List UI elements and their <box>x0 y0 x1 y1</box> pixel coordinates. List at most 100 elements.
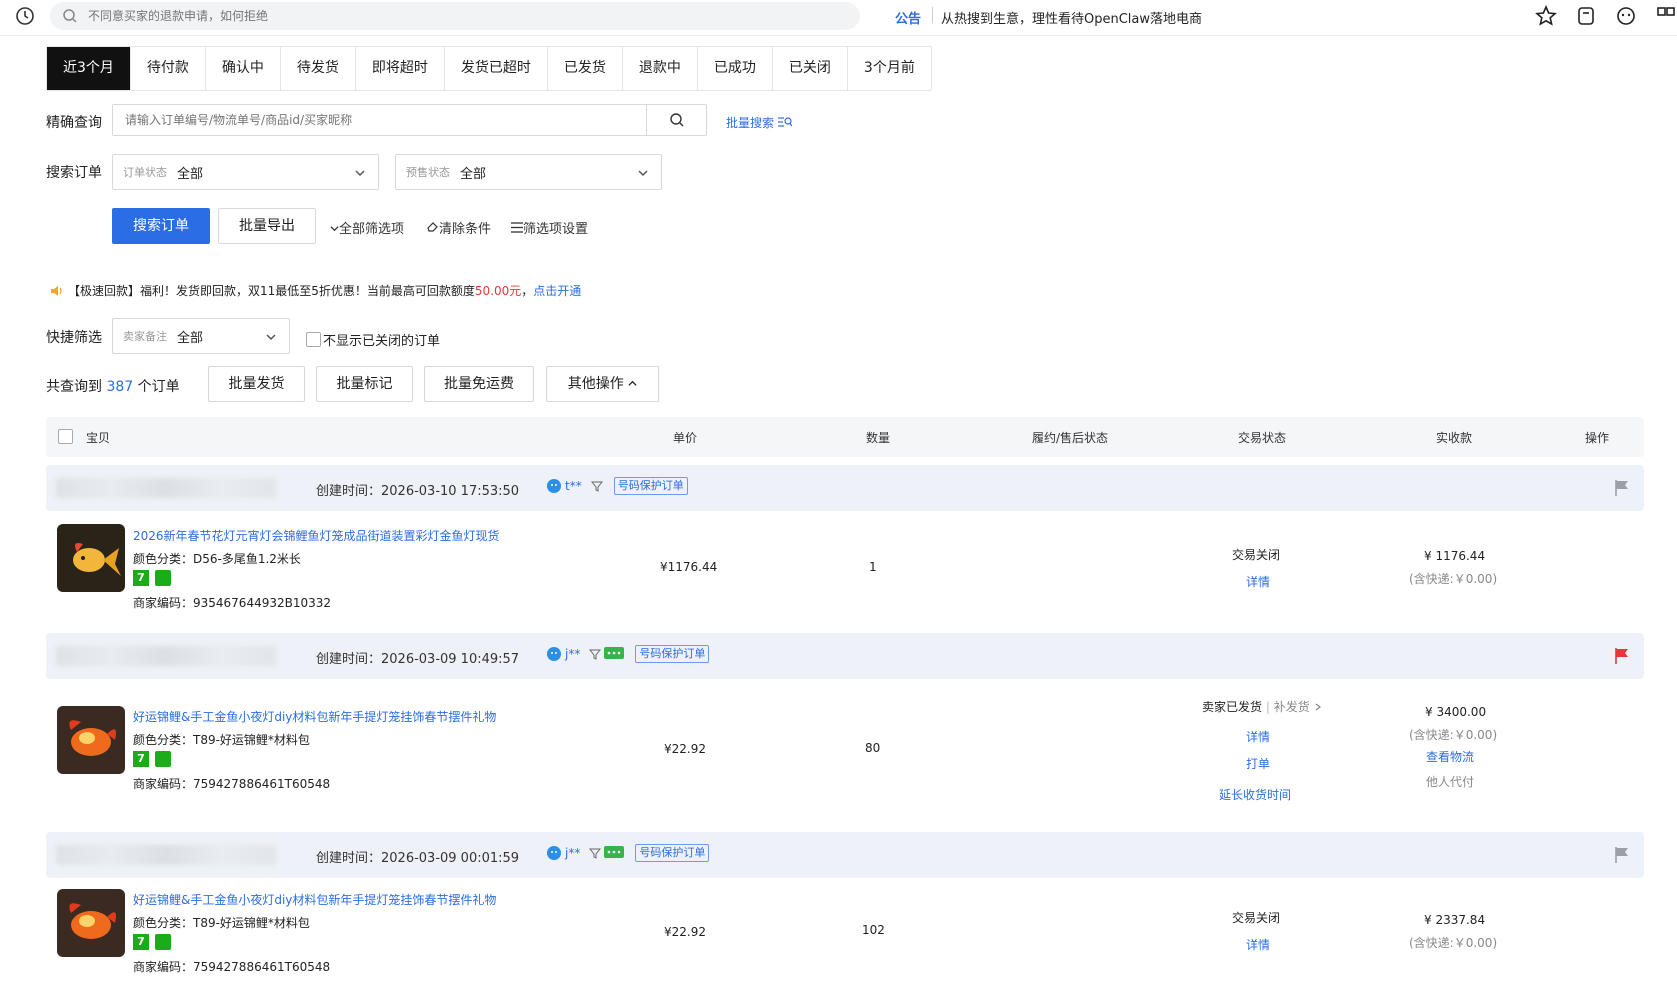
wangwang-chat-icon[interactable] <box>546 478 562 494</box>
precise-query-label: 精确查询 <box>46 115 102 131</box>
tab-pending-payment[interactable]: 待付款 <box>131 47 206 90</box>
filter-icon[interactable] <box>589 648 602 660</box>
tab-closed[interactable]: 已关闭 <box>773 47 848 90</box>
clear-conditions-button[interactable]: 清除条件 <box>426 218 491 237</box>
promo-banner: 【极速回款】福利！发货即回款，双11最低至5折优惠！当前最高可回款额度 50.00… <box>50 282 581 299</box>
quantity: 102 <box>862 923 885 937</box>
result-summary-prefix: 共查询到 <box>46 379 102 395</box>
flag-icon[interactable] <box>1614 647 1630 665</box>
print-order-link[interactable]: 打单 <box>1246 755 1270 772</box>
filter-icon[interactable] <box>590 480 603 492</box>
document-icon[interactable] <box>1575 5 1597 27</box>
product-thumbnail[interactable] <box>57 524 125 592</box>
select-all-checkbox[interactable] <box>58 429 73 444</box>
flag-icon[interactable] <box>1614 846 1630 864</box>
header-unit-price: 单价 <box>673 431 698 445</box>
message-icon[interactable] <box>604 846 625 860</box>
wangwang-chat-icon[interactable] <box>546 646 562 662</box>
top-right-icons <box>1535 5 1677 27</box>
product-sku: 颜色分类：D56-多尾鱼1.2米长 <box>133 552 301 566</box>
flag-icon[interactable] <box>1614 479 1630 497</box>
history-icon[interactable] <box>15 6 35 26</box>
product-thumbnail[interactable] <box>57 889 125 957</box>
batch-search-link[interactable]: 批量搜索 <box>726 114 793 131</box>
search-icon <box>63 9 77 23</box>
order-status-select-value: 全部 <box>177 166 204 182</box>
filter-settings-button[interactable]: 筛选项设置 <box>511 218 588 237</box>
tab-shipped[interactable]: 已发货 <box>548 47 623 90</box>
shield-service-icon <box>155 934 171 950</box>
announcement-label[interactable]: 公告 <box>895 8 921 27</box>
view-logistics-link[interactable]: 查看物流 <box>1426 748 1474 765</box>
header-operations: 操作 <box>1585 431 1610 445</box>
presale-status-select-label: 预售状态 <box>406 166 450 179</box>
order-detail-link[interactable]: 详情 <box>1246 936 1270 953</box>
batch-mark-button[interactable]: 批量标记 <box>316 366 413 402</box>
promo-open-link[interactable]: 点击开通 <box>533 282 581 299</box>
product-title-link[interactable]: 好运锦鲤&手工金鱼小夜灯diy材料包新年手提灯笼挂饰春节摆件礼物 <box>133 708 496 725</box>
presale-status-select[interactable]: 预售状态 全部 <box>395 154 662 190</box>
wangwang-chat-icon[interactable] <box>546 845 562 861</box>
seller-remark-select-label: 卖家备注 <box>123 330 167 343</box>
message-icon[interactable] <box>604 647 625 661</box>
grid-icon[interactable] <box>1655 5 1677 27</box>
order-status-tabs: 近3个月 待付款 确认中 待发货 即将超时 发货已超时 已发货 退款中 已成功 … <box>46 46 932 91</box>
filter-icon[interactable] <box>589 847 602 859</box>
tab-confirming[interactable]: 确认中 <box>206 47 281 90</box>
shipping-fee: (含快递:￥0.00) <box>1409 572 1498 586</box>
header-paid-amount: 实收款 <box>1436 431 1473 445</box>
star-icon[interactable] <box>1535 5 1557 27</box>
precise-query-search-button[interactable] <box>646 105 706 135</box>
tab-about-to-timeout[interactable]: 即将超时 <box>356 47 445 90</box>
hide-closed-checkbox[interactable] <box>306 332 321 347</box>
order-detail-link[interactable]: 详情 <box>1246 728 1270 745</box>
product-title-link[interactable]: 好运锦鲤&手工金鱼小夜灯diy材料包新年手提灯笼挂饰春节摆件礼物 <box>133 891 496 908</box>
seller-remark-select-value: 全部 <box>177 330 204 346</box>
service-badges: 7 <box>133 751 171 767</box>
paid-amount: ¥ 2337.84 <box>1424 913 1486 927</box>
other-operations-button[interactable]: 其他操作 <box>546 366 659 402</box>
buyer-info: t** 号码保护订单 <box>546 477 688 495</box>
buyer-nickname[interactable]: j** <box>565 647 580 661</box>
batch-ship-button[interactable]: 批量发货 <box>208 366 305 402</box>
tab-recent-3-months[interactable]: 近3个月 <box>47 47 131 90</box>
extend-receipt-time-link[interactable]: 延长收货时间 <box>1219 786 1291 803</box>
batch-search-label: 批量搜索 <box>726 116 775 130</box>
shield-service-icon <box>155 751 171 767</box>
top-search-bar[interactable] <box>50 2 860 30</box>
batch-free-shipping-button[interactable]: 批量免运费 <box>424 366 534 402</box>
search-orders-button[interactable]: 搜索订单 <box>112 208 210 244</box>
product-sku: 颜色分类：T89-好运锦鲤*材料包 <box>133 733 310 747</box>
order-header-row: 创建时间：2026-03-10 17:53:50 t** 号码保护订单 <box>46 465 1644 511</box>
product-thumbnail[interactable] <box>57 706 125 774</box>
seller-remark-select[interactable]: 卖家备注 全部 <box>112 318 290 354</box>
promo-comma: ， <box>521 284 534 298</box>
top-search-input[interactable] <box>88 9 788 23</box>
seven-day-return-icon: 7 <box>133 934 149 950</box>
precise-query-input[interactable] <box>113 105 646 135</box>
buyer-nickname[interactable]: j** <box>565 846 580 860</box>
other-operations-label: 其他操作 <box>567 376 624 392</box>
announcement-text[interactable]: 从热搜到生意，理性看待OpenClaw落地电商 <box>941 8 1202 27</box>
product-title-link[interactable]: 2026新年春节花灯元宵灯会锦鲤鱼灯笼成品街道装置彩灯金鱼灯现货 <box>133 527 500 544</box>
tab-pending-shipment[interactable]: 待发货 <box>281 47 356 90</box>
result-summary: 共查询到 387 个订单 <box>46 376 180 396</box>
batch-export-button[interactable]: 批量导出 <box>218 208 316 244</box>
seven-day-return-icon: 7 <box>133 570 149 586</box>
tab-refunding[interactable]: 退款中 <box>623 47 698 90</box>
reship-link[interactable]: 补发货 <box>1274 700 1310 714</box>
hide-closed-orders-option[interactable]: 不显示已关闭的订单 <box>306 330 440 349</box>
tab-succeeded[interactable]: 已成功 <box>698 47 773 90</box>
robot-icon[interactable] <box>1615 5 1637 27</box>
chevron-down-icon <box>638 170 648 177</box>
order-detail-link[interactable]: 详情 <box>1246 573 1270 590</box>
header-item: 宝贝 <box>86 431 111 445</box>
tab-before-3-months[interactable]: 3个月前 <box>848 47 931 90</box>
result-summary-suffix: 个订单 <box>137 379 180 395</box>
order-status-select[interactable]: 订单状态 全部 <box>112 154 379 190</box>
trade-status: 交易关闭 <box>1232 911 1281 925</box>
menu-icon <box>511 222 523 233</box>
all-filters-toggle[interactable]: 全部筛选项 <box>330 218 404 237</box>
buyer-nickname[interactable]: t** <box>565 479 582 493</box>
tab-shipping-overdue[interactable]: 发货已超时 <box>445 47 548 90</box>
